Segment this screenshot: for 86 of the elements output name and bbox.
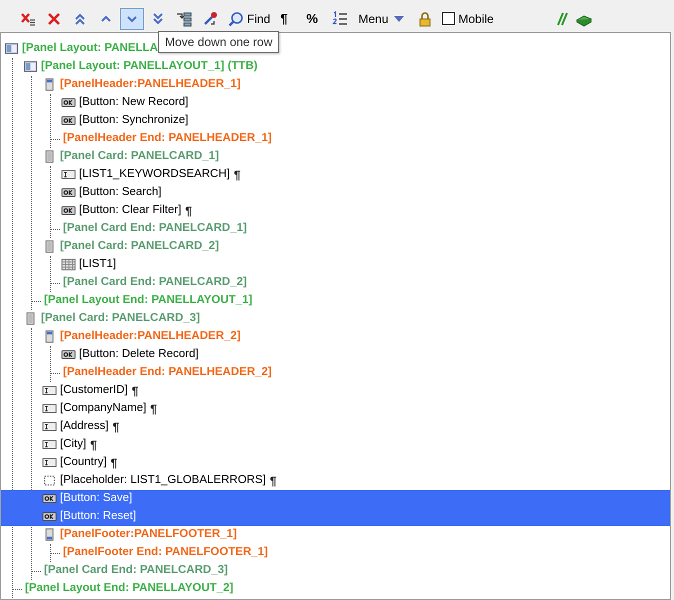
tree-label: [Panel Layout End: PANELLAYOUT_1] [44, 293, 252, 308]
tree-label: [PanelFooter:PANELFOOTER_1] [60, 527, 237, 542]
tree-label: [Panel Card: PANELCARD_3] [41, 311, 200, 326]
checkbox-icon[interactable] [442, 12, 456, 25]
grid-icon [61, 258, 76, 272]
tree-label: [Button: Delete Record] [79, 347, 199, 362]
button-icon [61, 204, 76, 218]
tree-label: [LIST1] [79, 257, 116, 272]
tree-row[interactable]: [LIST1] [61, 256, 116, 274]
tree-label: [Panel Card End: PANELCARD_2] [63, 275, 247, 290]
tree-label: [Button: Reset] [60, 509, 136, 524]
tree-label: [PanelHeader:PANELHEADER_2] [60, 329, 241, 344]
button-icon [61, 186, 76, 200]
toolbar-button[interactable]: ¶ [276, 8, 300, 30]
numbered-list-icon [332, 10, 348, 26]
pipette-icon [202, 10, 218, 26]
text-field-icon [42, 420, 57, 434]
tree-row[interactable]: [Button: Synchronize] [61, 112, 188, 130]
tree-row[interactable]: [Placeholder: LIST1_GLOBALERRORS] ¶ [42, 472, 277, 490]
tree-row[interactable]: [Button: Search] [61, 184, 162, 202]
tree-row[interactable]: [Button: Delete Record] [61, 346, 199, 364]
tooltip: Move down one row [158, 31, 280, 53]
tree-label: [PanelFooter End: PANELFOOTER_1] [63, 545, 268, 560]
tree-label: [Button: New Record] [79, 95, 188, 110]
pilcrow-mark: ¶ [270, 473, 277, 490]
tree-row[interactable]: [Button: Reset] [42, 508, 670, 526]
pilcrow-mark: ¶ [132, 383, 138, 400]
tree-label: [Panel Card End: PANELCARD_1] [63, 221, 247, 236]
tree-label: [Panel Card: PANELCARD_1] [60, 149, 219, 164]
text-field-icon [42, 456, 57, 470]
button-icon [42, 510, 57, 524]
tree-row[interactable]: [CustomerID] ¶ [42, 382, 138, 400]
toolbar-button[interactable]: Menu [354, 8, 412, 30]
tree-label: [CustomerID] [60, 383, 128, 398]
pilcrow-mark: ¶ [234, 167, 241, 184]
button-icon [42, 492, 57, 506]
placeholder-icon [42, 474, 57, 488]
button-icon [61, 96, 76, 110]
text-field-icon [42, 402, 57, 416]
lock-icon [417, 10, 434, 26]
tree-label: [PanelHeader:PANELHEADER_1] [60, 77, 241, 92]
tree-row[interactable]: [CompanyName] ¶ [42, 400, 157, 418]
tree-row[interactable]: [City] ¶ [42, 436, 97, 454]
tree-label: [Panel Layout: PANELLAYOUT_1] (TTB) [41, 59, 258, 74]
pilcrow-mark: ¶ [90, 437, 97, 454]
mobile-checkbox[interactable]: Mobile [442, 10, 494, 28]
pilcrow-mark: ¶ [110, 455, 118, 472]
down-button[interactable] [120, 8, 144, 30]
toolbar-button[interactable]: % [302, 8, 326, 30]
tree-label: [Button: Clear Filter] [79, 203, 182, 218]
tree-label: [Address] [60, 419, 109, 434]
delete-icon [46, 10, 62, 26]
tree-label: [PanelHeader End: PANELHEADER_2] [63, 365, 272, 380]
text-field-icon [61, 168, 76, 182]
tree-label: [Button: Synchronize] [79, 113, 188, 128]
tree-label: [Panel Card End: PANELCARD_3] [44, 563, 228, 578]
tree-row[interactable]: [Button: Save] [42, 490, 670, 508]
indent-list-icon [176, 10, 192, 26]
tree-label: [Country] [60, 455, 107, 470]
toolbar-button[interactable]: Find [224, 8, 274, 30]
tree-label: [Panel Card: PANELCARD_2] [60, 239, 219, 254]
tree-row[interactable]: [Button: New Record] [61, 94, 188, 112]
text-field-icon [42, 438, 57, 452]
tree-label: [Panel Layout: PANELLA [22, 41, 158, 56]
button-icon [61, 348, 76, 362]
tree-row[interactable]: [Button: Clear Filter] ¶ [61, 202, 192, 220]
tree-label: [Panel Layout End: PANELLAYOUT_2] [25, 581, 234, 596]
tree-row[interactable]: [Country] ¶ [42, 454, 118, 472]
pilcrow-mark: ¶ [185, 203, 192, 220]
pilcrow-mark: ¶ [150, 401, 157, 418]
delete-rows-icon [20, 10, 36, 26]
tree-label: [Button: Search] [79, 185, 162, 200]
search-icon [228, 10, 244, 26]
layout-icon [23, 60, 38, 74]
tree-label: [PanelHeader End: PANELHEADER_1] [63, 131, 272, 146]
tree-label: [Button: Save] [60, 491, 132, 506]
tree-label: [Placeholder: LIST1_GLOBALERRORS] [60, 473, 266, 488]
text-field-icon [42, 384, 57, 398]
button-icon [61, 114, 76, 128]
layout-icon [4, 42, 19, 56]
pilcrow-mark: ¶ [112, 419, 120, 436]
tree-label: [LIST1_KEYWORDSEARCH] [79, 167, 230, 182]
tree-label: [CompanyName] [60, 401, 146, 416]
tree-label: [City] [60, 437, 86, 452]
tree-row[interactable]: [Address] ¶ [42, 418, 120, 436]
tree-row[interactable]: [LIST1_KEYWORDSEARCH] ¶ [61, 166, 241, 184]
